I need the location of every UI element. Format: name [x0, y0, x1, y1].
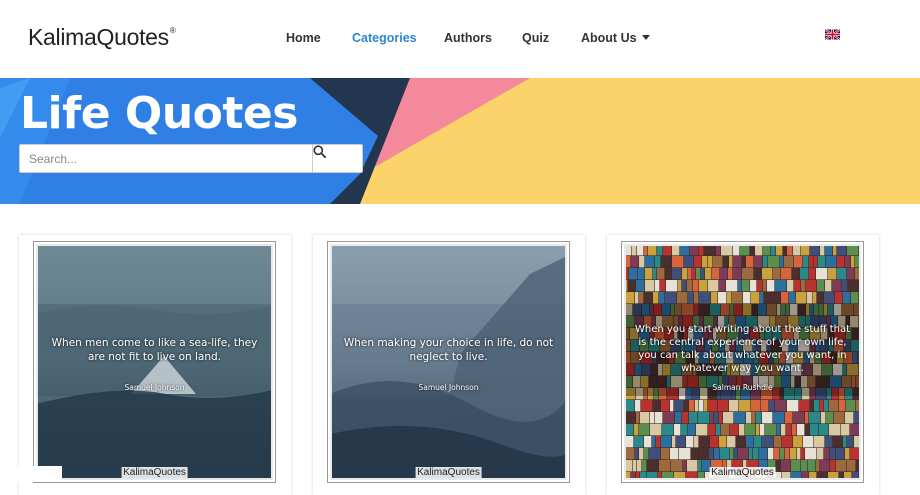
quote-author: Salman Rushdie [712, 383, 773, 392]
nav-home[interactable]: Home [286, 31, 321, 45]
quote-image[interactable]: When making your choice in life, do not … [327, 241, 570, 483]
quote-image[interactable]: When men come to like a sea-life, they a… [33, 241, 276, 483]
search-bar [19, 144, 363, 173]
nav-about-us-label: About Us [581, 31, 637, 45]
quote-author: Samuel Johnson [124, 383, 185, 392]
watermark-logo: KalimaQuotes [709, 467, 776, 478]
watermark-suffix: Quotes [741, 467, 774, 478]
watermark-suffix: Quotes [153, 467, 186, 478]
logo-suffix: Quotes [96, 24, 170, 50]
logo-registered-mark: ® [169, 26, 176, 35]
quote-image[interactable]: When you start writing about the stuff t… [621, 241, 864, 483]
watermark-prefix: Kalima [417, 467, 448, 478]
search-input[interactable] [20, 145, 312, 172]
quote-card[interactable]: When making your choice in life, do not … [313, 235, 585, 495]
watermark-logo: KalimaQuotes [121, 467, 188, 478]
quote-card[interactable]: When you start writing about the stuff t… [607, 235, 879, 495]
quote-text: When men come to like a sea-life, they a… [51, 337, 258, 363]
quote-text: When you start writing about the stuff t… [634, 324, 850, 374]
hero-banner: Life Quotes [0, 78, 920, 204]
quote-card[interactable]: When men come to like a sea-life, they a… [19, 235, 291, 495]
watermark-suffix: Quotes [447, 467, 480, 478]
search-button[interactable] [312, 145, 362, 172]
navbar: KalimaQuotes® Home Categories Authors Qu… [0, 0, 920, 78]
nav-quiz[interactable]: Quiz [522, 31, 549, 45]
site-logo[interactable]: KalimaQuotes® [28, 24, 176, 51]
watermark-prefix: Kalima [123, 467, 154, 478]
page-title: Life Quotes [20, 88, 298, 139]
blank-corner [0, 466, 62, 482]
nav-authors[interactable]: Authors [444, 31, 492, 45]
watermark-prefix: Kalima [711, 467, 742, 478]
uk-flag-icon[interactable] [825, 29, 840, 40]
logo-prefix: Kalima [28, 24, 97, 50]
caret-down-icon [641, 35, 650, 40]
quote-author: Samuel Johnson [418, 383, 479, 392]
watermark-logo: KalimaQuotes [415, 467, 482, 478]
nav-categories[interactable]: Categories [352, 31, 417, 45]
nav-about-us[interactable]: About Us [581, 31, 650, 45]
quote-text: When making your choice in life, do not … [343, 337, 554, 363]
search-icon [313, 145, 326, 158]
